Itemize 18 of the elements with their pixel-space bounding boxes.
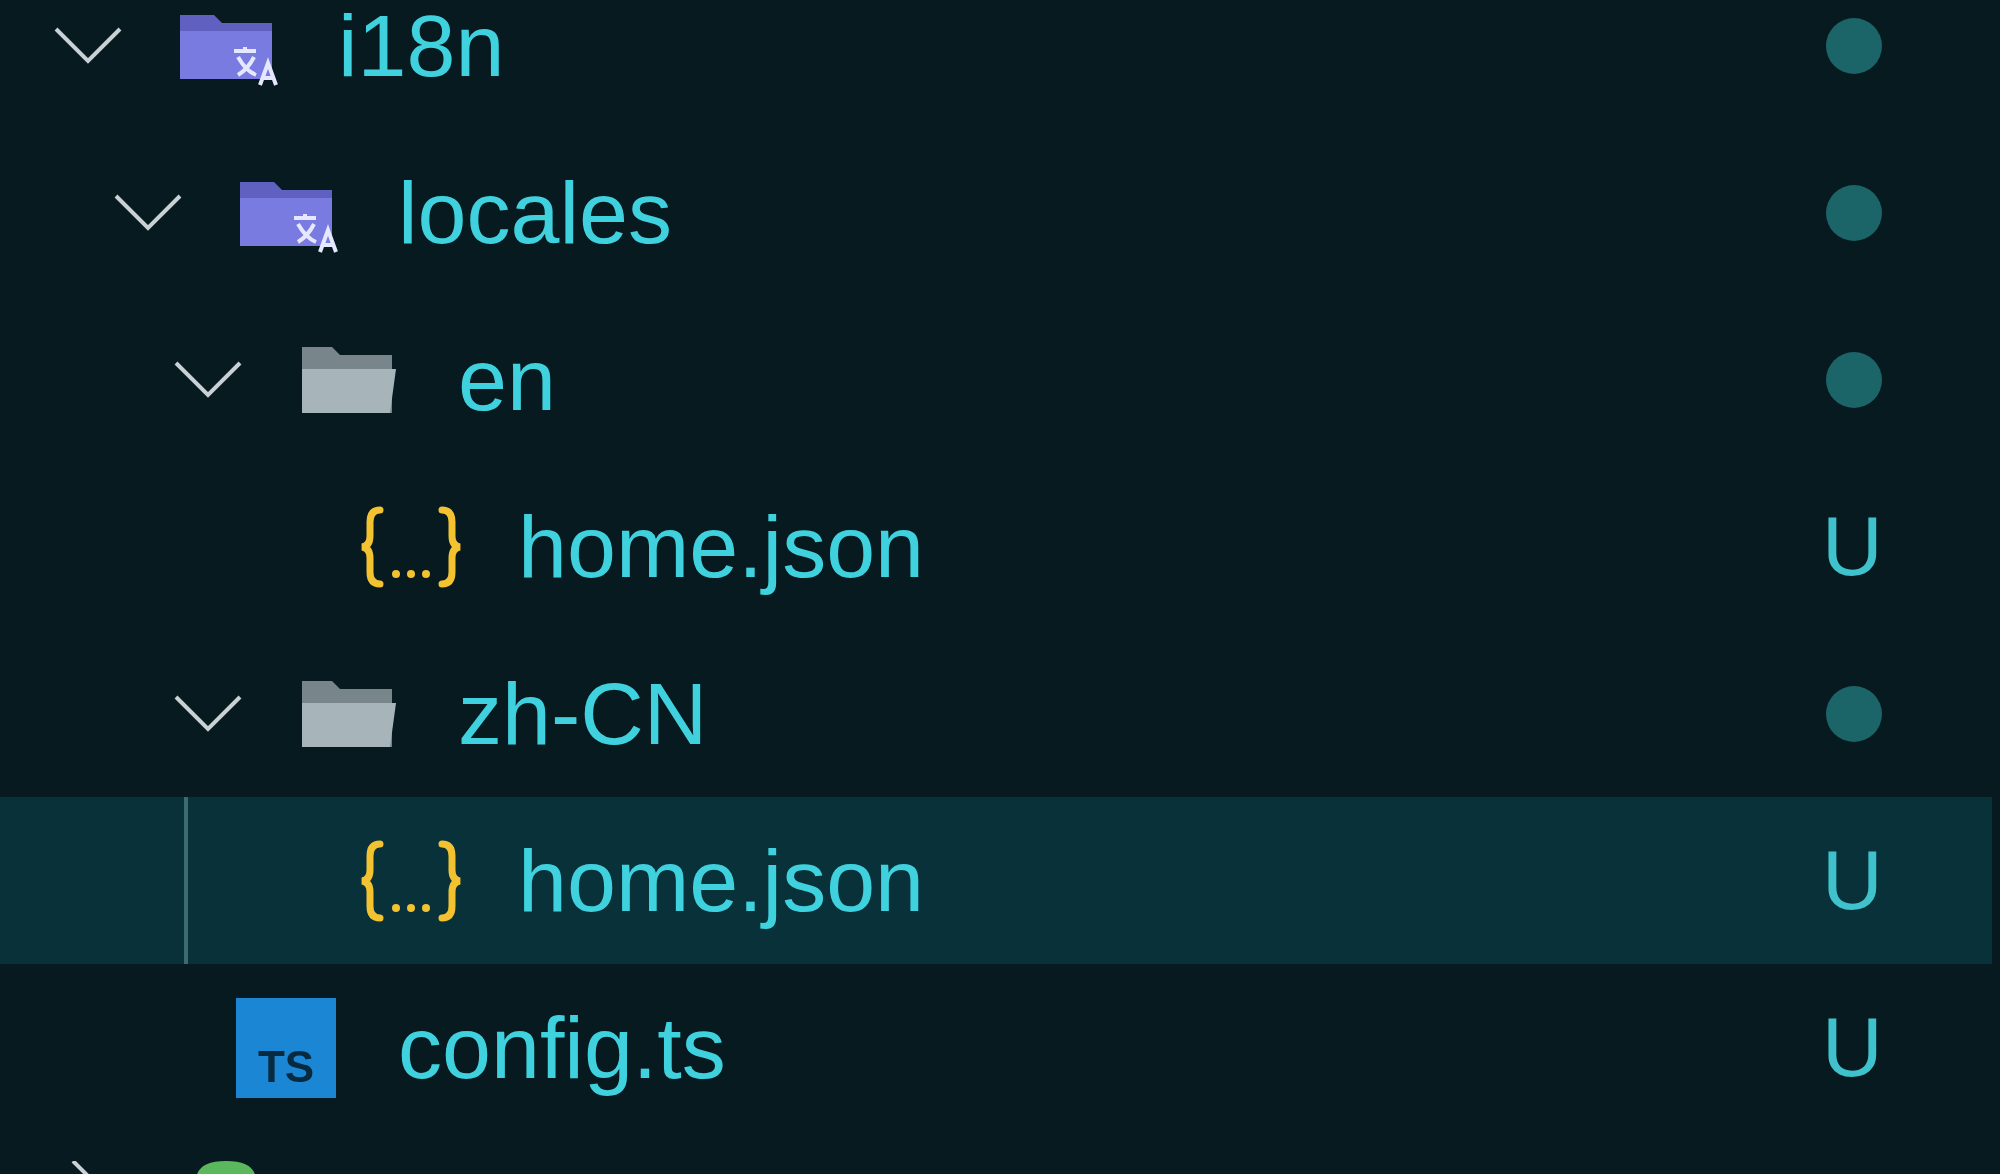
tree-row[interactable]: i18n — [0, 0, 1992, 129]
file-name: home.json — [518, 495, 925, 598]
tree-row[interactable]: en — [0, 296, 1992, 463]
tree-row[interactable]: locales — [0, 129, 1992, 296]
selected-tree-row[interactable]: home.json U — [0, 797, 1992, 964]
file-name: config.ts — [398, 996, 727, 1099]
tree-row[interactable]: home.json U — [0, 463, 1992, 630]
untracked-status: U — [1822, 832, 1882, 929]
file-name: zh-CN — [458, 662, 709, 765]
tree-row[interactable]: zh-CN — [0, 630, 1992, 797]
file-name: locales — [398, 161, 673, 264]
file-name: en — [458, 328, 557, 431]
untracked-status: U — [1822, 498, 1882, 595]
file-name: home.json — [518, 829, 925, 932]
file-name: i18n — [338, 0, 506, 97]
untracked-status: U — [1822, 999, 1882, 1096]
typescript-icon: TS — [236, 997, 336, 1098]
tree-row[interactable]: TS config.ts U — [0, 964, 1992, 1131]
